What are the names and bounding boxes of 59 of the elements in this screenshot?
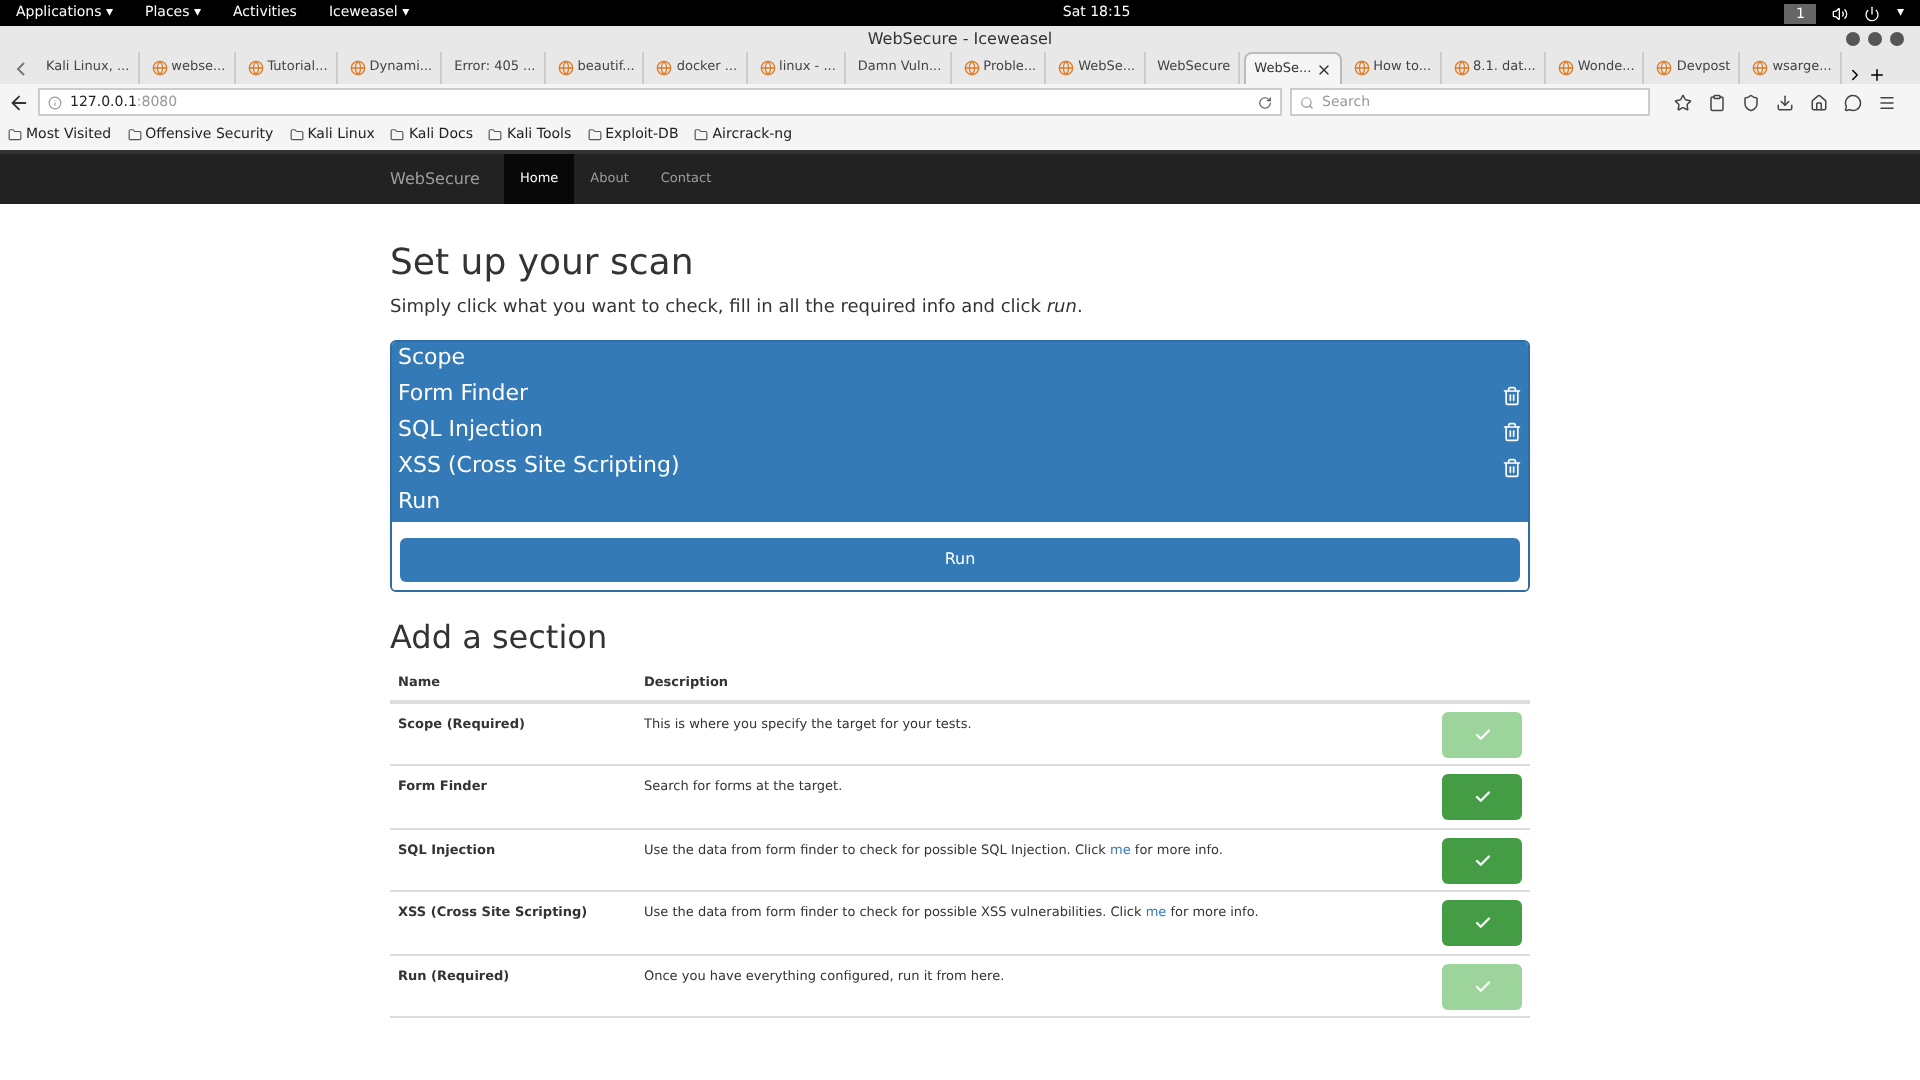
trash-icon[interactable]: [1502, 457, 1522, 477]
trash-icon[interactable]: [1502, 421, 1522, 441]
scan-item[interactable]: Run: [398, 485, 1522, 521]
close-icon[interactable]: [1315, 61, 1332, 77]
site-icon: [1656, 60, 1673, 76]
close-button[interactable]: [1890, 32, 1904, 46]
bookmark-icon: [488, 128, 503, 142]
power-icon[interactable]: [1864, 5, 1881, 21]
page-heading: Set up your scan: [390, 240, 696, 288]
reload-icon[interactable]: [1258, 95, 1272, 109]
chat-icon[interactable]: [1844, 93, 1862, 111]
home-icon[interactable]: [1810, 93, 1828, 111]
maximize-button[interactable]: [1868, 32, 1882, 46]
site-icon: [151, 60, 168, 76]
site-icon: [349, 60, 366, 76]
bookmark-star-icon[interactable]: [1674, 93, 1692, 111]
site-icon: [247, 60, 264, 76]
site-icon: [759, 60, 776, 76]
check-icon: [1473, 725, 1491, 743]
trash-icon[interactable]: [1502, 385, 1522, 405]
bookmark-icon: [127, 128, 142, 142]
window-title: WebSecure - Iceweasel: [867, 27, 1053, 51]
scan-item[interactable]: XSS (Cross Site Scripting): [398, 449, 1522, 485]
bookmark-icon: [694, 128, 709, 142]
check-icon: [1473, 914, 1491, 932]
run-button[interactable]: Run: [400, 537, 1520, 581]
scroll-tabs-left-icon[interactable]: [16, 62, 26, 76]
site-icon: [656, 60, 673, 76]
site-icon: [557, 60, 574, 76]
bookmark-icon: [587, 128, 602, 142]
check-icon: [1473, 851, 1491, 869]
site-icon: [963, 60, 980, 76]
scan-item[interactable]: SQL Injection: [398, 413, 1522, 449]
check-icon: [1473, 788, 1491, 806]
shield-icon[interactable]: [1742, 93, 1760, 111]
section-heading: Add a section: [390, 615, 610, 659]
volume-icon[interactable]: [1832, 5, 1849, 21]
search-icon: [1300, 95, 1314, 109]
intro-text: Simply click what you want to check, fill in all the required info and click run.: [390, 296, 1085, 322]
scan-item[interactable]: Form Finder: [398, 377, 1522, 413]
bookmark-icon: [289, 128, 304, 142]
site-icon: [1353, 60, 1370, 76]
scan-item[interactable]: Scope: [398, 341, 1522, 377]
clipboard-icon[interactable]: [1708, 93, 1726, 111]
new-tab-icon[interactable]: [1867, 66, 1886, 84]
site-icon: [1453, 60, 1470, 76]
site-icon: [1752, 60, 1769, 76]
download-icon[interactable]: [1776, 93, 1794, 111]
site-info-icon: [48, 95, 62, 109]
bookmark-icon: [8, 128, 22, 142]
bookmark-icon: [390, 128, 405, 142]
site-icon: [1058, 60, 1075, 76]
back-icon[interactable]: [8, 91, 30, 113]
check-icon: [1473, 977, 1491, 995]
menu-icon[interactable]: [1878, 93, 1896, 111]
minimize-button[interactable]: [1846, 32, 1860, 46]
add-section-button[interactable]: [1442, 837, 1522, 883]
brand-link[interactable]: WebSecure: [390, 154, 504, 204]
site-icon: [1557, 60, 1574, 76]
